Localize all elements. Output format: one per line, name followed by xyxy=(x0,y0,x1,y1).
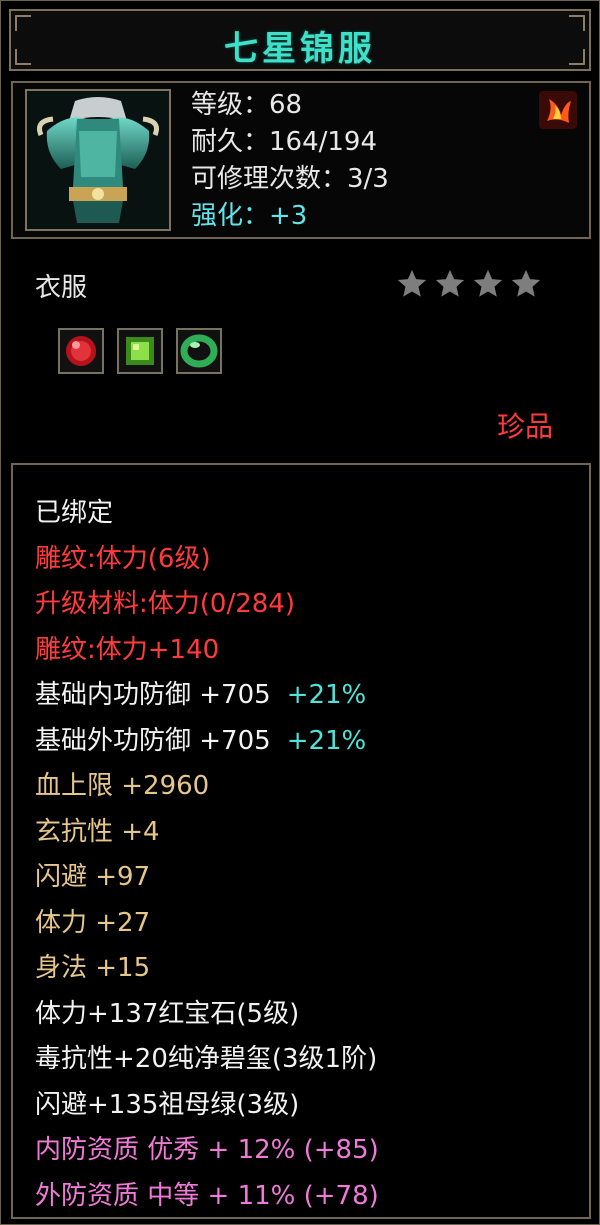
jade-ring-icon[interactable] xyxy=(176,328,222,374)
attribute-line: 已绑定 xyxy=(35,491,379,537)
armor-chestplate-icon[interactable] xyxy=(25,89,171,231)
ruby-gem-icon[interactable] xyxy=(58,328,104,374)
gem-slots xyxy=(58,328,222,374)
attribute-text: 雕纹:体力(6级) xyxy=(35,543,211,574)
attribute-text: 已绑定 xyxy=(35,498,114,528)
attribute-text: 外防资质 中等 + 11% (+78) xyxy=(35,1180,379,1211)
attribute-text: 内防资质 优秀 + 12% (+85) xyxy=(35,1135,379,1165)
star-icon xyxy=(511,269,541,297)
enhance-text: 强化：+3 xyxy=(191,201,308,231)
star-rating xyxy=(395,267,543,301)
item-tooltip: 七星锦服 等级：68 耐久：164/194 可修理次数：3/3 强化：+3 衣服… xyxy=(0,0,600,1225)
attribute-text: 血上限 +2960 xyxy=(35,771,210,801)
attribute-line: 雕纹:体力(6级) xyxy=(35,537,379,583)
item-name: 七星锦服 xyxy=(224,29,376,69)
attribute-text: 基础外功防御 +705 xyxy=(35,725,271,756)
attribute-line: 血上限 +2960 xyxy=(35,764,379,810)
attribute-line: 外防资质 中等 + 11% (+78) xyxy=(35,1174,379,1220)
attribute-line: 闪避 +97 xyxy=(35,855,379,901)
attribute-line: 体力+137红宝石(5级) xyxy=(35,992,379,1038)
peridot-gem-icon[interactable] xyxy=(117,328,163,374)
attribute-text: 雕纹:体力+140 xyxy=(35,634,220,665)
attribute-text: 闪避+135祖母绿(3级) xyxy=(35,1089,300,1120)
attribute-percent: +21% xyxy=(286,680,367,710)
attribute-line: 雕纹:体力+140 xyxy=(35,628,379,674)
star-icon xyxy=(435,269,465,297)
attribute-text: 身法 +15 xyxy=(35,953,151,983)
attribute-line: 内防资质 优秀 + 12% (+85) xyxy=(35,1128,379,1174)
attribute-line: 毒抗性+20纯净碧玺(3级1阶) xyxy=(35,1037,379,1083)
attribute-text: 玄抗性 +4 xyxy=(35,816,160,847)
item-stats: 等级：68 耐久：164/194 可修理次数：3/3 强化：+3 xyxy=(191,87,389,235)
attributes-panel: 已绑定雕纹:体力(6级) 升级材料:体力(0/284) 雕纹:体力+140 基础内功防… xyxy=(11,463,591,1219)
repair-count-text: 可修理次数：3/3 xyxy=(191,164,389,194)
item-category: 衣服 xyxy=(35,273,88,303)
attribute-line: 闪避+135祖母绿(3级) xyxy=(35,1083,379,1129)
attributes-list: 已绑定雕纹:体力(6级) 升级材料:体力(0/284) 雕纹:体力+140 基础内功防… xyxy=(35,491,379,1219)
attribute-line: 基础外功防御 +705 +21% xyxy=(35,719,379,765)
attribute-line: 玄抗性 +4 xyxy=(35,810,379,856)
star-icon xyxy=(473,269,503,297)
star-icon xyxy=(397,269,427,297)
fire-phoenix-icon xyxy=(539,91,577,129)
attribute-text: 体力+137红宝石(5级) xyxy=(35,998,300,1029)
durability-text: 耐久：164/194 xyxy=(191,127,378,157)
attribute-line: 基础内功防御 +705 +21% xyxy=(35,673,379,719)
title-bar: 七星锦服 xyxy=(9,9,591,71)
attribute-text: 升级材料:体力(0/284) xyxy=(35,589,295,619)
attribute-text: 毒抗性+20纯净碧玺(3级1阶) xyxy=(35,1044,378,1074)
item-info-panel: 等级：68 耐久：164/194 可修理次数：3/3 强化：+3 xyxy=(11,81,591,239)
level-text: 等级：68 xyxy=(191,90,303,120)
attribute-percent: +21% xyxy=(286,725,367,756)
attribute-text: 基础内功防御 +705 xyxy=(35,680,271,710)
attribute-line: 身法 +15 xyxy=(35,946,379,992)
attribute-text: 体力 +27 xyxy=(35,907,151,938)
rarity-label: 珍品 xyxy=(496,410,553,443)
attribute-line: 升级材料:体力(0/284) xyxy=(35,582,379,628)
attribute-text: 闪避 +97 xyxy=(35,862,151,892)
attribute-line: 体力 +27 xyxy=(35,901,379,947)
